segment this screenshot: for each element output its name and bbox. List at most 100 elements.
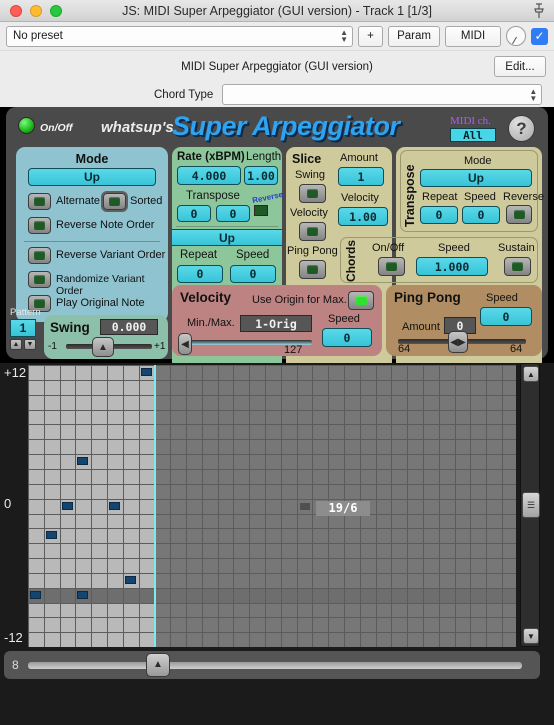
slice-amount-value[interactable]: 1 <box>338 167 384 186</box>
minmax-label: Min./Max. <box>187 317 235 329</box>
slice-velocity-toggle[interactable] <box>299 222 326 241</box>
knob-icon[interactable] <box>506 26 526 46</box>
grid-line-h <box>28 365 516 366</box>
grid-line-h <box>28 424 516 425</box>
swing-thumb[interactable]: ▲ <box>92 337 114 357</box>
pingpong-speed-value[interactable]: 0 <box>480 307 532 326</box>
pingpong-panel: Ping Pong Speed 0 Amount 0 ◀▶ 64 64 <box>386 285 542 356</box>
swing-value[interactable]: 0.000 <box>100 319 158 335</box>
grid-mid-label: 0 <box>4 496 12 511</box>
edit-button[interactable]: Edit... <box>494 56 546 77</box>
onoff-led-icon[interactable] <box>18 117 35 134</box>
chord-type-select[interactable]: ▲ ▼ <box>222 84 543 105</box>
help-button[interactable]: ? <box>508 115 535 142</box>
rate-speed-value[interactable]: 0 <box>230 265 276 283</box>
pattern-control: Pattern 1 ▲ ▼ <box>10 307 44 359</box>
midi-channel-value[interactable]: All <box>450 128 496 142</box>
grid-line-v <box>107 365 108 647</box>
velocity-max-value: 127 <box>284 344 303 356</box>
length-label: Length <box>246 151 282 163</box>
reverse-toggle[interactable] <box>254 205 268 216</box>
grid-line-v <box>312 365 313 647</box>
transpose-speed-value[interactable]: 0 <box>462 206 500 224</box>
randomize-variant-order-toggle[interactable] <box>28 271 51 288</box>
note-cell[interactable] <box>77 457 88 465</box>
slice-panel-title: Slice <box>292 152 322 166</box>
rate-value[interactable]: 4.000 <box>177 166 241 185</box>
add-preset-button[interactable]: + <box>358 25 383 47</box>
midi-button[interactable]: MIDI <box>445 25 501 47</box>
alternate-toggle[interactable] <box>28 193 51 210</box>
sorted-toggle[interactable] <box>103 193 126 210</box>
slice-velocity-amount-value[interactable]: 1.00 <box>338 207 388 226</box>
steps-slider-thumb[interactable]: ▲ <box>146 652 170 677</box>
transpose-a-value[interactable]: 0 <box>177 205 211 222</box>
note-cell[interactable] <box>46 531 57 539</box>
note-cell[interactable] <box>141 368 152 376</box>
pattern-value[interactable]: 1 <box>10 319 36 337</box>
onoff-label: On/Off <box>40 122 73 134</box>
reverse-variant-order-toggle[interactable] <box>28 247 51 264</box>
note-cell[interactable] <box>30 591 41 599</box>
chevron-updown-icon: ▲ ▼ <box>529 86 538 103</box>
slice-pingpong-toggle[interactable] <box>299 260 326 279</box>
note-grid[interactable]: 19/6 <box>28 365 516 647</box>
alternate-label: Alternate <box>56 195 101 207</box>
scroll-down-button[interactable]: ▼ <box>523 628 539 644</box>
pin-icon[interactable] <box>532 3 546 19</box>
transpose-mode-label: Mode <box>464 155 492 167</box>
rate-mode-select[interactable]: Up <box>172 229 282 246</box>
chord-type-label: Chord Type <box>154 88 214 101</box>
pattern-down-icon[interactable]: ▼ <box>24 339 36 350</box>
mode-panel: Mode Up Alternate Sorted Reverse Note Or… <box>16 147 168 322</box>
plugin-description-row: MIDI Super Arpeggiator (GUI version) Edi… <box>0 51 554 82</box>
preset-select[interactable]: No preset ▲ ▼ <box>6 25 353 47</box>
grid-line-v <box>218 365 219 647</box>
plugin-controls-area: On/Off whatsup's Super Arpeggiator MIDI … <box>6 107 548 382</box>
length-value[interactable]: 1.00 <box>244 166 278 185</box>
note-cell[interactable] <box>62 502 73 510</box>
note-cell[interactable] <box>77 591 88 599</box>
mode-select[interactable]: Up <box>28 168 156 186</box>
pingpong-thumb[interactable]: ◀▶ <box>448 331 468 353</box>
transpose-reverse-toggle[interactable] <box>506 205 532 224</box>
grid-line-v <box>376 365 377 647</box>
vertical-scrollbar[interactable]: ▲ ☰ ▼ <box>520 363 540 647</box>
enable-checkbox[interactable]: ✓ <box>531 27 548 45</box>
chords-onoff-toggle[interactable] <box>378 257 405 276</box>
chords-sustain-toggle[interactable] <box>504 257 531 276</box>
transpose-repeat-value[interactable]: 0 <box>420 206 458 224</box>
grid-line-v <box>186 365 187 647</box>
minimize-button[interactable] <box>30 4 42 17</box>
transpose-b-value[interactable]: 0 <box>216 205 250 222</box>
rate-repeat-value[interactable]: 0 <box>177 265 223 283</box>
slice-swing-toggle[interactable] <box>299 184 326 203</box>
grid-line-v <box>75 365 76 647</box>
swing-min-label: -1 <box>48 341 57 352</box>
velocity-min-thumb[interactable]: ◀ <box>178 333 192 355</box>
grid-line-v <box>423 365 424 647</box>
chords-speed-value[interactable]: 1.000 <box>416 257 488 276</box>
scroll-up-button[interactable]: ▲ <box>523 366 539 382</box>
use-origin-toggle[interactable] <box>348 291 374 310</box>
swing-panel-title: Swing <box>50 320 90 335</box>
maximize-button[interactable] <box>50 4 62 17</box>
minmax-value[interactable]: 1-Orig <box>240 315 312 332</box>
grid-line-h <box>28 543 516 544</box>
grid-line-h <box>28 380 516 381</box>
grid-line-h <box>28 410 516 411</box>
note-cell[interactable] <box>109 502 120 510</box>
pattern-up-icon[interactable]: ▲ <box>10 339 22 350</box>
scroll-thumb[interactable]: ☰ <box>522 492 540 518</box>
reverse-note-order-toggle[interactable] <box>28 217 51 234</box>
transpose-mode-select[interactable]: Up <box>420 169 532 187</box>
velocity-speed-value[interactable]: 0 <box>322 328 372 347</box>
grid-line-h <box>28 395 516 396</box>
grid-line-v <box>123 365 124 647</box>
steps-slider-track[interactable]: ▲ <box>28 652 522 677</box>
grid-axis-labels: +12 0 -12 <box>0 363 28 647</box>
window-title: JS: MIDI Super Arpeggiator (GUI version)… <box>122 3 432 18</box>
param-button[interactable]: Param <box>388 25 440 47</box>
note-cell[interactable] <box>125 576 136 584</box>
close-button[interactable] <box>10 4 22 17</box>
